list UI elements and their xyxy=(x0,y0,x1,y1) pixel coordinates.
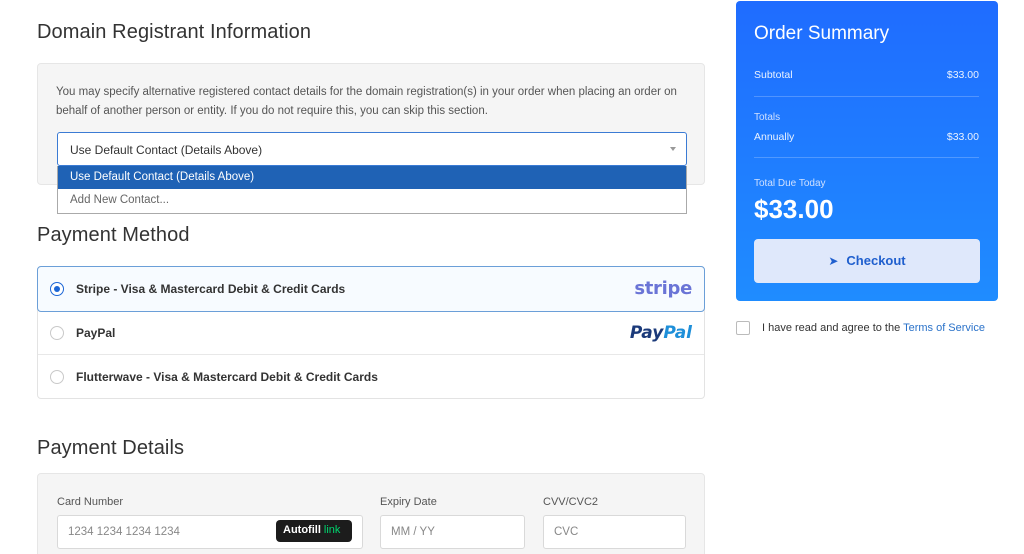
expiry-date-label: Expiry Date xyxy=(380,496,437,508)
registrant-description: You may specify alternative registered c… xyxy=(56,86,677,117)
subtotal-value: $33.00 xyxy=(946,69,979,81)
terms-of-service-link[interactable]: Terms of Service xyxy=(903,322,985,334)
dropdown-option-default-contact[interactable]: Use Default Contact (Details Above) xyxy=(58,166,686,189)
totals-label: Totals xyxy=(754,112,781,123)
cvv-input[interactable]: CVC xyxy=(543,515,686,549)
payment-option-label: PayPal xyxy=(76,326,116,340)
autofill-link-button[interactable]: Autofill link xyxy=(276,520,352,542)
annually-value: $33.00 xyxy=(946,131,979,143)
payment-method-list: Stripe - Visa & Mastercard Debit & Credi… xyxy=(37,266,705,399)
checkout-button[interactable]: ➤ Checkout xyxy=(754,239,980,283)
paypal-logo-icon: PayPal xyxy=(629,323,692,343)
cvv-label: CVV/CVC2 xyxy=(543,496,599,508)
radio-paypal[interactable] xyxy=(50,326,64,340)
contact-select[interactable]: Use Default Contact (Details Above) xyxy=(57,132,687,166)
registrant-heading: Domain Registrant Information xyxy=(37,21,312,43)
contact-select-value: Use Default Contact (Details Above) xyxy=(70,143,263,157)
annually-row: Annually $33.00 xyxy=(754,131,979,143)
card-number-label: Card Number xyxy=(57,496,124,508)
total-due-label: Total Due Today xyxy=(754,178,826,189)
summary-divider xyxy=(754,157,979,158)
dropdown-option-add-new-contact[interactable]: Add New Contact... xyxy=(58,189,686,212)
payment-option-label: Stripe - Visa & Mastercard Debit & Credi… xyxy=(76,282,346,296)
subtotal-row: Subtotal $33.00 xyxy=(754,69,979,81)
order-summary-title: Order Summary xyxy=(754,23,890,44)
checkout-label: Checkout xyxy=(846,253,906,268)
contact-dropdown: Use Default Contact (Details Above) Add … xyxy=(57,166,687,214)
terms-text: I have read and agree to the Terms of Se… xyxy=(762,322,985,334)
stripe-logo-icon: stripe xyxy=(634,278,692,299)
summary-divider xyxy=(754,96,979,97)
order-summary-panel: Order Summary Subtotal $33.00 Totals Ann… xyxy=(736,1,998,301)
payment-option-label: Flutterwave - Visa & Mastercard Debit & … xyxy=(76,370,378,384)
terms-checkbox[interactable] xyxy=(736,321,750,335)
expiry-date-input[interactable]: MM / YY xyxy=(380,515,525,549)
payment-details-heading: Payment Details xyxy=(37,437,185,459)
total-due-value: $33.00 xyxy=(754,194,834,224)
payment-option-stripe[interactable]: Stripe - Visa & Mastercard Debit & Credi… xyxy=(37,266,705,312)
payment-method-heading: Payment Method xyxy=(37,224,190,246)
subtotal-label: Subtotal xyxy=(754,69,793,81)
radio-flutterwave[interactable] xyxy=(50,370,64,384)
arrow-right-icon: ➤ xyxy=(828,254,839,268)
payment-option-paypal[interactable]: PayPal PayPal xyxy=(38,311,704,355)
caret-down-icon xyxy=(670,147,676,151)
annually-label: Annually xyxy=(754,131,795,143)
radio-stripe[interactable] xyxy=(50,282,64,296)
payment-option-flutterwave[interactable]: Flutterwave - Visa & Mastercard Debit & … xyxy=(38,355,704,399)
